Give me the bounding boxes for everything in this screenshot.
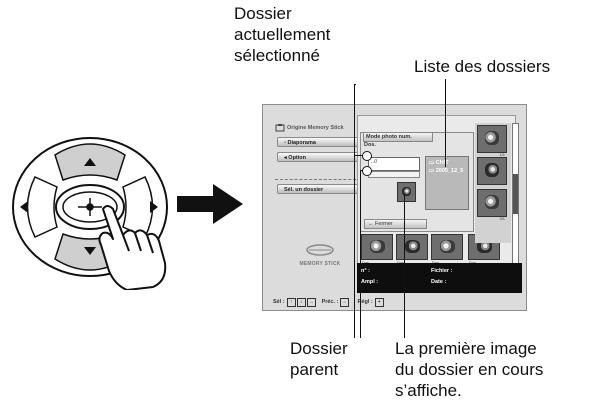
back-key-icon: ← [340,297,350,307]
thumbnail[interactable] [477,157,507,185]
logo-text: MEMORY STICK [299,261,341,267]
callout-line: actuellement [234,25,331,44]
info-date-label: Date : [431,279,447,285]
scrollbar[interactable] [512,123,519,270]
info-panel: n° : Fichier : Ampl : Date : [357,263,522,293]
previous-hint-label: Préc. : [321,298,339,305]
right-thumbnail-column: 1/1 3/1 [475,123,511,243]
close-button[interactable]: ← Fermer [364,219,427,229]
info-size-label: Ampl : [361,279,379,285]
thumbnail[interactable] [361,234,393,260]
thumbnail[interactable] [477,125,507,153]
callout-marker [362,166,372,176]
close-icon: ← [368,221,376,227]
thumbnail[interactable] [431,234,463,260]
big-right-arrow-icon [177,184,243,224]
callout-line: Liste des dossiers [414,57,551,76]
select-folder-button[interactable]: Sél. un dossier [277,184,359,194]
callout-folder-list: Liste des dossiers [414,56,550,77]
leader-line [360,170,361,338]
dossier-label: Dos. [364,142,376,148]
callout-line: Dossier [234,4,292,23]
first-image-thumbnail[interactable] [397,182,416,202]
bottom-bar: Sél : ↑ ↓ → Préc. : ← Régl : + [263,294,526,310]
thumbnail[interactable] [396,234,428,260]
leader-line [355,84,356,85]
callout-line: parent [290,360,339,379]
dpad-right-button[interactable] [122,176,154,238]
callout-first-image: La première image du dossier en cours s’… [395,338,543,401]
option-label: Option [288,155,307,161]
info-file-label: Fichier : [431,268,453,274]
slideshow-label: Diaporama [287,140,316,146]
folder-item[interactable]: ▭ 2005_12_5 [429,168,463,175]
sidebar-divider [275,179,361,180]
scrollbar-thumb[interactable] [513,174,518,214]
info-number-label: n° : [361,268,370,274]
select-folder-label: Sél. un dossier [284,187,324,193]
memory-stick-logo: MEMORY STICK [295,243,345,267]
memory-stick-icon [275,124,285,132]
sidebar-title: Origine Memory Stick [287,124,344,131]
folder-icon: ▭ [429,160,436,166]
leader-line [445,79,446,167]
folder-list[interactable]: ▭ CH/T ▭ 2005_12_5 [425,156,469,210]
leader-line [404,195,405,338]
remote-controller [12,137,168,290]
mode-photo-label: Mode photo num. [363,132,433,142]
slideshow-button[interactable]: ▫ Diaporama [277,137,359,147]
callout-line: sélectionné [234,46,321,65]
option-button[interactable]: ◂ Option [277,152,359,162]
tv-screen: Origine Memory Stick ▫ Diaporama ◂ Optio… [262,104,527,311]
callout-marker [362,151,372,161]
callout-current-folder: Dossier actuellement sélectionné [234,3,330,66]
sidebar-header: Origine Memory Stick [275,121,361,135]
callout-line: La première image [395,339,537,358]
folder-dialog: Mode photo num. Dos. ..// ▭ CH/T ▭ 2005_… [360,132,474,232]
arrow-keys-icon: ↑ ↓ → [286,297,316,307]
callout-line: du dossier en cours [395,360,544,379]
dpad-left-button[interactable] [26,176,58,238]
callout-line: Dossier [290,339,348,358]
thumbnail[interactable] [477,189,507,217]
leader-line [354,84,355,338]
thumb-label: 3/1 [499,216,505,221]
callout-parent-folder: Dossier parent [290,338,348,380]
sidebar: Origine Memory Stick ▫ Diaporama ◂ Optio… [263,105,363,295]
callout-line: s’affiche. [395,381,462,400]
parent-folder-path: ..// [371,159,378,165]
parent-folder-item[interactable]: ..// [368,157,420,171]
select-hint-label: Sél : [273,298,285,305]
folder-icon: ▭ [429,168,436,174]
enter-key-icon: + [374,297,384,307]
leader-line [355,155,363,156]
current-folder-row[interactable] [368,171,420,178]
